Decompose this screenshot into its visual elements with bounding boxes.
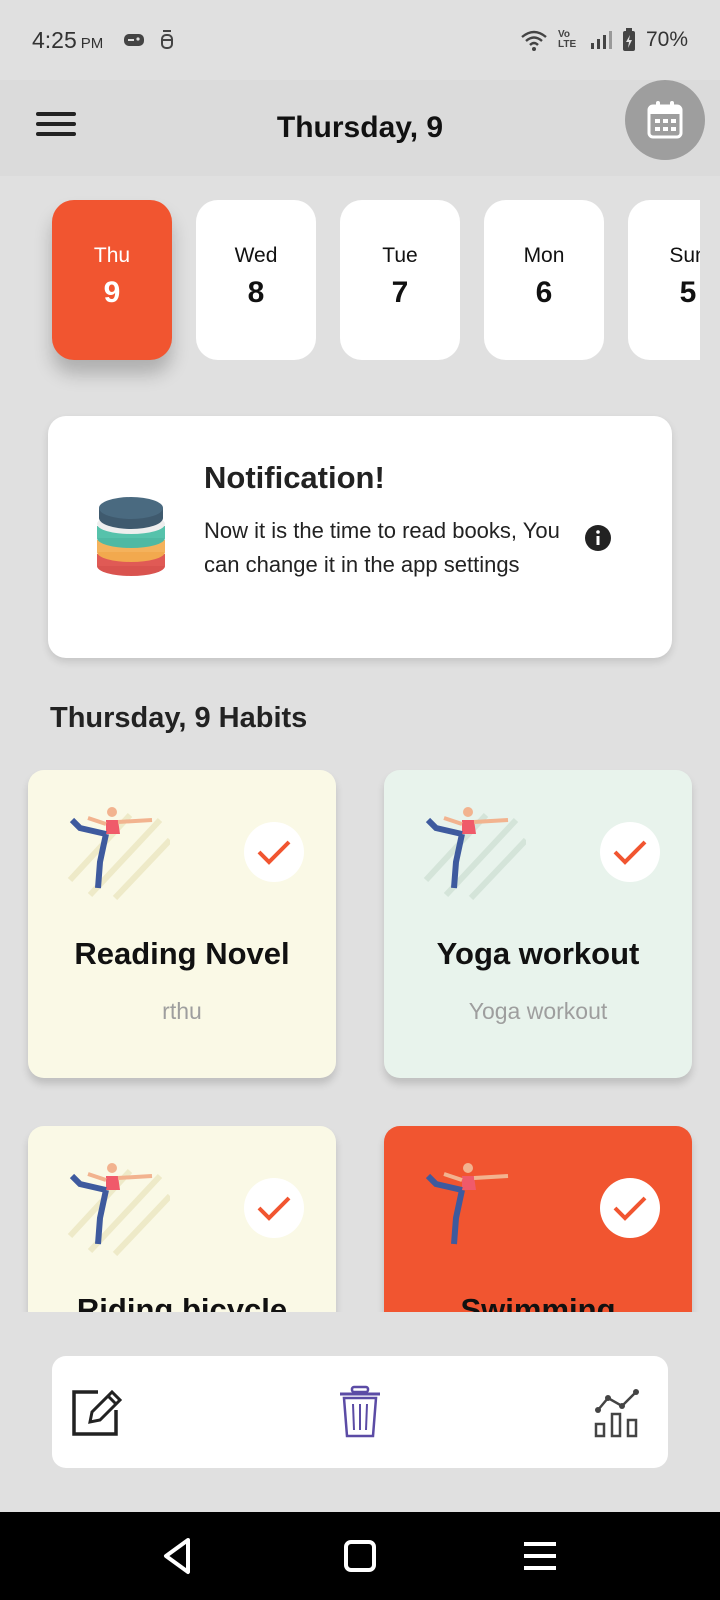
- day-number: 5: [679, 276, 697, 309]
- day-name: Tue: [382, 244, 418, 267]
- complete-toggle[interactable]: [600, 822, 660, 882]
- app-bar: Thursday, 9: [0, 80, 720, 176]
- debug-icon: [161, 30, 174, 49]
- day-selector[interactable]: Thu 9 Wed 8 Tue 7 Mon 6 Sun 5: [0, 176, 700, 396]
- day-name: Wed: [234, 244, 278, 267]
- wifi-icon: [521, 30, 547, 51]
- stats-chart-icon[interactable]: [592, 1384, 648, 1440]
- habit-card-riding-bicycle[interactable]: Riding bicycle: [28, 1126, 336, 1312]
- status-bar: 4:25 PM Vo LTE 70%: [0, 0, 720, 80]
- checkmark-icon: [257, 1196, 291, 1221]
- status-time: 4:25 PM: [32, 26, 104, 53]
- notification-title: Notification!: [204, 460, 385, 495]
- system-navigation-bar: [0, 1512, 720, 1600]
- day-number: 7: [391, 276, 409, 309]
- day-name: Sun: [669, 244, 700, 267]
- recents-menu-icon[interactable]: [518, 1534, 562, 1578]
- trash-icon[interactable]: [332, 1384, 388, 1440]
- habit-name: Riding bicycle: [76, 1292, 288, 1312]
- action-toolbar: [52, 1356, 668, 1468]
- day-card-wed[interactable]: Wed 8: [196, 200, 316, 360]
- volte-indicator: Vo LTE: [557, 29, 577, 50]
- day-card-sun[interactable]: Sun 5: [628, 200, 700, 360]
- game-controller-icon: [124, 34, 145, 46]
- signal-icon: [590, 31, 612, 49]
- notification-card: Notification! Now it is the time to read…: [48, 416, 672, 658]
- checkmark-icon: [613, 1196, 647, 1221]
- habits-grid: Reading Novel rthu Yoga workout Yoga wor…: [0, 760, 720, 1312]
- complete-toggle[interactable]: [244, 1178, 304, 1238]
- day-card-tue[interactable]: Tue 7: [340, 200, 460, 360]
- complete-toggle[interactable]: [244, 822, 304, 882]
- yoga-figure-icon: [67, 1163, 170, 1256]
- day-number: 8: [247, 276, 265, 309]
- yoga-figure-icon: [425, 1163, 509, 1245]
- habit-description: Yoga workout: [468, 998, 608, 1024]
- habit-card-swimming[interactable]: Swimming: [384, 1126, 692, 1312]
- back-icon[interactable]: [156, 1534, 200, 1578]
- habits-section-title: Thursday, 9 Habits: [50, 702, 308, 734]
- yoga-figure-icon: [67, 807, 170, 900]
- habit-card-yoga-workout[interactable]: Yoga workout Yoga workout: [384, 770, 692, 1078]
- day-card-thu[interactable]: Thu 9: [52, 200, 172, 360]
- battery-level: 70%: [645, 28, 688, 51]
- checkmark-icon: [257, 840, 291, 865]
- checkmark-icon: [613, 840, 647, 865]
- habit-name: Yoga workout: [436, 936, 640, 971]
- battery-charging-icon: [622, 28, 635, 51]
- day-number: 9: [103, 276, 121, 309]
- notification-body: Now it is the time to read books, You ca…: [204, 518, 560, 577]
- day-name: Mon: [523, 244, 565, 267]
- calendar-button[interactable]: [625, 80, 705, 160]
- habit-card-reading-novel[interactable]: Reading Novel rthu: [28, 770, 336, 1078]
- books-icon: [97, 497, 165, 576]
- day-card-mon[interactable]: Mon 6: [484, 200, 604, 360]
- habit-name: Swimming: [460, 1292, 616, 1312]
- page-title: Thursday, 9: [276, 111, 444, 144]
- day-number: 6: [535, 276, 553, 309]
- day-name: Thu: [93, 244, 131, 267]
- yoga-figure-icon: [423, 807, 526, 900]
- habit-name: Reading Novel: [74, 936, 290, 971]
- habit-description: rthu: [162, 998, 202, 1024]
- info-icon[interactable]: [584, 524, 612, 552]
- calendar-icon: [647, 101, 683, 139]
- home-icon[interactable]: [338, 1534, 382, 1578]
- edit-icon[interactable]: [68, 1384, 124, 1440]
- complete-toggle[interactable]: [600, 1178, 660, 1238]
